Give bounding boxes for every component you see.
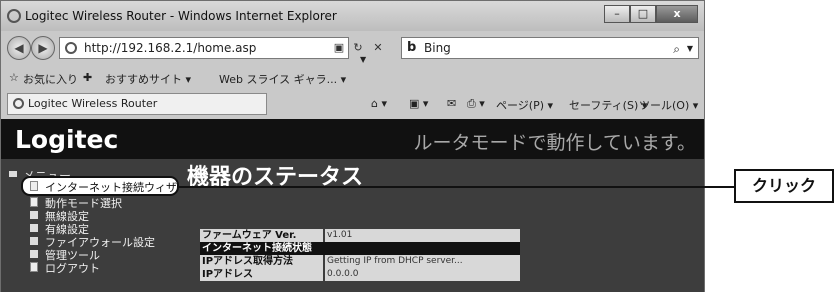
stop-icon[interactable]: ✕ xyxy=(371,41,385,55)
home-icon[interactable]: ⌂ ▾ xyxy=(371,97,387,110)
tab-logitec[interactable]: Logitec Wireless Router xyxy=(7,93,267,115)
chevron-down-icon[interactable]: ▼ xyxy=(687,39,693,59)
ip-method-value: Getting IP from DHCP server... xyxy=(325,255,520,268)
forward-button[interactable]: ▶ xyxy=(31,36,55,60)
search-icon[interactable]: ⌕ xyxy=(673,39,680,59)
folder-icon xyxy=(30,211,38,219)
page-icon xyxy=(65,42,77,54)
file-icon xyxy=(30,262,38,272)
compatibility-icon[interactable]: ▣ xyxy=(332,41,346,55)
page-header: Logitec ルータモードで動作しています。 xyxy=(1,119,704,159)
star-icon: ☆ xyxy=(9,71,19,84)
menu-item-internet-wizard[interactable]: インターネット接続ウィザ xyxy=(45,179,177,195)
tools-menu[interactable]: ツール(O) ▾ xyxy=(639,97,698,113)
web-slice-gallery-link[interactable]: Web スライス ギャラ... ▾ xyxy=(219,71,346,87)
menu-item-logout[interactable]: ログアウト xyxy=(45,260,100,276)
firmware-label: ファームウェア Ver. xyxy=(200,229,323,242)
folder-icon xyxy=(30,237,38,245)
status-table: ファームウェア Ver. v1.01 インターネット接続状態 IPアドレス取得方… xyxy=(200,229,520,281)
address-bar[interactable]: http://192.168.2.1/home.asp ▼ xyxy=(59,37,366,64)
feeds-icon[interactable]: ▣ ▾ xyxy=(409,97,428,110)
maximize-button[interactable]: □ xyxy=(630,5,656,23)
mail-icon[interactable]: ✉ xyxy=(447,97,456,110)
folder-icon xyxy=(30,250,38,258)
section-header: インターネット接続状態 xyxy=(200,242,520,255)
window-title: Logitec Wireless Router - Windows Intern… xyxy=(25,9,337,23)
favorites-bar: ☆ お気に入り ✚ おすすめサイト ▾ Web スライス ギャラ... ▾ xyxy=(1,65,704,91)
close-button[interactable]: x xyxy=(656,5,698,23)
menu-icon xyxy=(9,171,17,177)
suggested-sites-link[interactable]: おすすめサイト ▾ xyxy=(105,71,191,87)
search-input[interactable]: b Bing ⌕ ▼ xyxy=(401,37,699,59)
ip-address-label: IPアドレス xyxy=(200,268,323,281)
ip-address-value: 0.0.0.0 xyxy=(325,268,520,281)
router-mode-status: ルータモードで動作しています。 xyxy=(413,132,696,154)
minimize-button[interactable]: – xyxy=(604,5,630,23)
ie-icon xyxy=(13,98,24,109)
safety-menu[interactable]: セーフティ(S) ▾ xyxy=(569,97,647,113)
table-row: IPアドレス 0.0.0.0 xyxy=(200,268,520,281)
address-text: http://192.168.2.1/home.asp xyxy=(84,41,257,55)
table-row: インターネット接続状態 xyxy=(200,242,520,255)
browser-window: Logitec Wireless Router - Windows Intern… xyxy=(0,0,705,292)
bing-icon: b xyxy=(407,40,417,55)
search-text: Bing xyxy=(424,41,451,55)
add-favorite-icon[interactable]: ✚ xyxy=(83,71,92,84)
folder-icon xyxy=(30,224,38,232)
file-icon xyxy=(30,197,38,207)
click-callout: クリック xyxy=(734,169,834,203)
tab-label: Logitec Wireless Router xyxy=(28,97,158,110)
page-menu[interactable]: ページ(P) ▾ xyxy=(496,97,553,113)
print-icon[interactable]: ⎙ ▾ xyxy=(467,97,485,111)
file-icon xyxy=(30,181,38,191)
table-row: IPアドレス取得方法 Getting IP from DHCP server..… xyxy=(200,255,520,268)
title-bar: Logitec Wireless Router - Windows Intern… xyxy=(1,1,704,31)
tab-row: Logitec Wireless Router ⌂ ▾ ▣ ▾ ✉ ⎙ ▾ ペー… xyxy=(1,91,704,119)
logitec-logo: Logitec xyxy=(15,125,119,154)
table-row: ファームウェア Ver. v1.01 xyxy=(200,229,520,242)
page-content: Logitec ルータモードで動作しています。 メニュー インターネット接続ウィ… xyxy=(1,119,704,292)
ie-icon xyxy=(7,9,21,23)
ip-method-label: IPアドレス取得方法 xyxy=(200,255,323,268)
refresh-icon[interactable]: ↻ xyxy=(351,41,365,55)
back-button[interactable]: ◀ xyxy=(7,36,31,60)
firmware-value: v1.01 xyxy=(325,229,520,242)
callout-line xyxy=(178,186,734,188)
favorites-button[interactable]: お気に入り xyxy=(23,71,78,87)
navigation-bar: ◀ ▶ http://192.168.2.1/home.asp ▼ ▣ ↻ ✕ … xyxy=(1,31,704,65)
